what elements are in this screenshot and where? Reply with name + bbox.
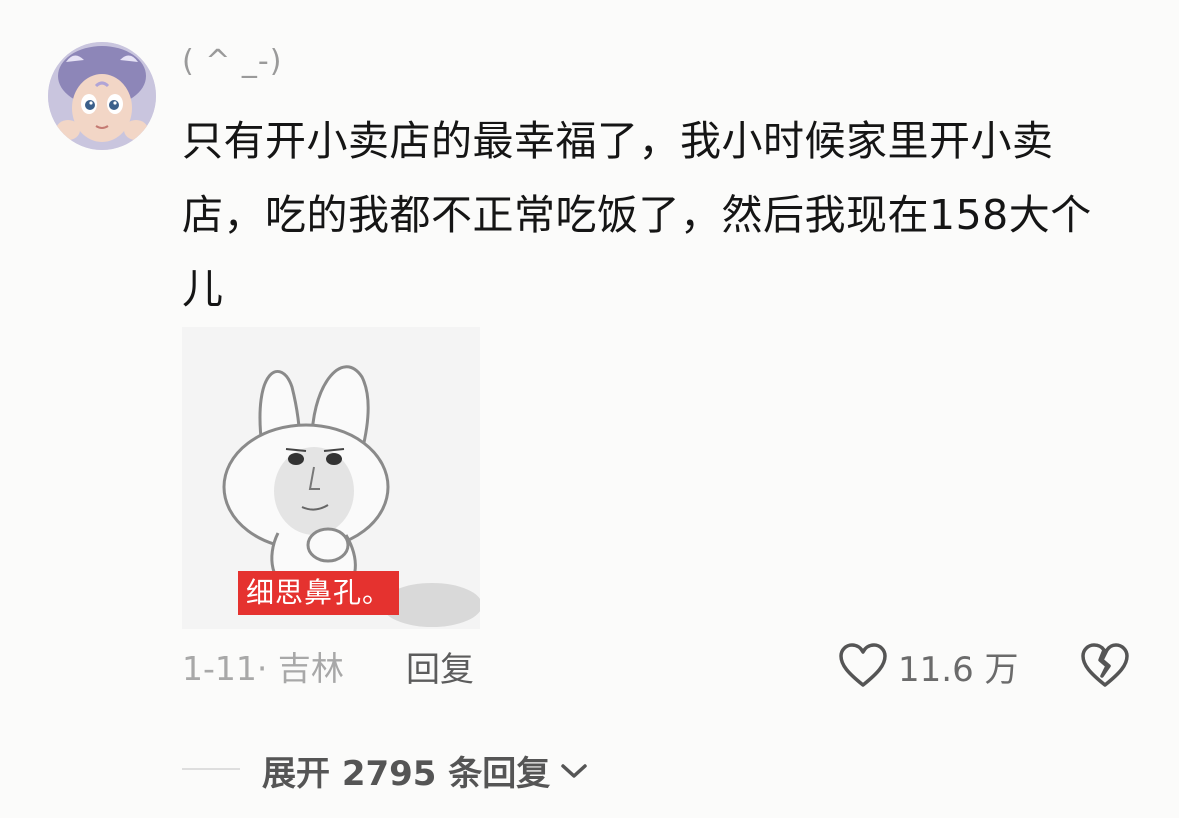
dislike-button[interactable] bbox=[1080, 642, 1130, 690]
like-count: 11.6 万 bbox=[898, 649, 1019, 690]
avatar[interactable] bbox=[48, 42, 156, 150]
date-location: 1-11· 吉林 bbox=[182, 649, 344, 688]
comment-text: 只有开小卖店的最幸福了，我小时候家里开小卖店，吃的我都不正常吃饭了，然后我现在1… bbox=[182, 117, 1092, 313]
reply-button[interactable]: 回复 bbox=[406, 642, 474, 691]
like-button[interactable]: 11.6 万 bbox=[838, 640, 1019, 692]
avatar-image bbox=[48, 42, 156, 150]
broken-heart-icon bbox=[1081, 643, 1129, 687]
divider-line bbox=[182, 768, 240, 770]
sticker-image[interactable]: 细思鼻孔。 bbox=[182, 327, 480, 629]
sticker-caption: 细思鼻孔。 bbox=[238, 571, 400, 615]
expand-replies-button[interactable]: 展开 2795 条回复 bbox=[262, 746, 588, 795]
username[interactable]: ( ^ _-) bbox=[182, 44, 282, 79]
heart-outline-icon bbox=[839, 643, 887, 687]
comment-item: ( ^ _-) 只有开小卖店的最幸福了，我小时候家里开小卖店，吃的我都不正常吃饭… bbox=[0, 0, 1179, 818]
expand-replies-label: 展开 2795 条回复 bbox=[262, 754, 551, 794]
chevron-down-icon bbox=[561, 763, 588, 778]
